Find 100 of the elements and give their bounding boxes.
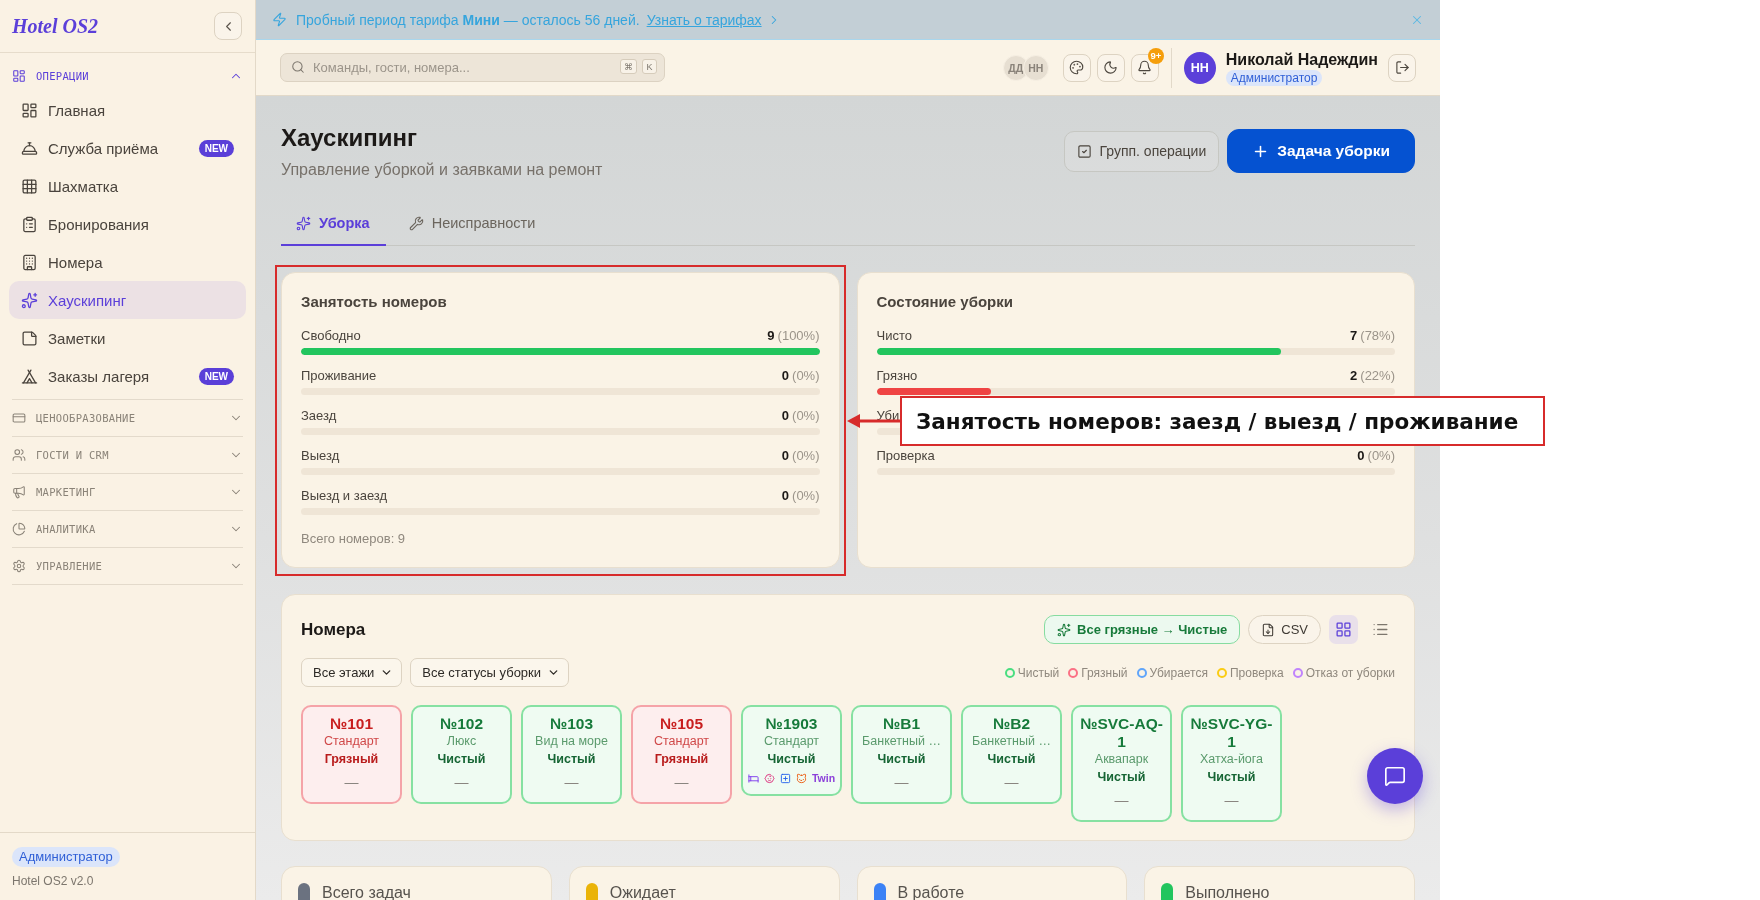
stat-count: 7 — [1350, 328, 1358, 344]
dashboard-icon — [12, 69, 26, 83]
cleaning-status: Чистый — [987, 751, 1036, 768]
app-logo: Hotel OS2 — [12, 14, 99, 38]
room-note: — — [454, 773, 469, 792]
plus-square-icon — [779, 772, 791, 784]
room-number: №B1 — [882, 715, 921, 733]
cleaning-status: Чистый — [877, 751, 926, 768]
room-note: — — [674, 773, 689, 792]
tab[interactable]: Неисправности — [393, 202, 552, 246]
room-number: №SVC-AQ-1 — [1079, 715, 1164, 751]
stat-percent: (0%) — [1367, 448, 1395, 464]
cleaning-status: Грязный — [324, 751, 379, 768]
logout-icon — [1394, 60, 1410, 75]
nav-item[interactable]: Заметки — [9, 319, 246, 357]
grid-view-button[interactable] — [1329, 615, 1358, 644]
room-note: — — [344, 773, 359, 792]
new-badge: NEW — [198, 367, 234, 385]
stat-percent: (78%) — [1360, 328, 1395, 344]
search-icon — [291, 60, 305, 74]
bed-icon — [747, 772, 759, 784]
room-tile[interactable]: №SVC-YG-1 Хатха-йога Чистый — — [1181, 705, 1282, 822]
nav-item[interactable]: Номера — [9, 243, 246, 281]
bell-icon — [1137, 60, 1153, 75]
room-tile[interactable]: №B2 Банкетный … Чистый — — [961, 705, 1062, 804]
bed-type-label: Twin — [811, 772, 836, 784]
section-header[interactable]: ГОСТИ И CRM — [0, 437, 255, 473]
note-icon — [21, 329, 38, 347]
stat-count: 0 — [781, 488, 790, 504]
stat-count: 9 — [767, 328, 775, 344]
people-icon — [12, 448, 26, 462]
total-rooms-text: Всего номеров: 9 — [301, 531, 407, 547]
logout-button[interactable] — [1388, 53, 1416, 82]
room-note: — — [564, 773, 579, 792]
new-badge: NEW — [198, 139, 234, 157]
room-type: Стандарт — [653, 733, 710, 750]
room-tile[interactable]: №B1 Банкетный … Чистый — — [851, 705, 952, 804]
nav-item[interactable]: Хаускипинг — [9, 281, 246, 319]
stat-label: Свободно — [301, 328, 361, 344]
banner-text: Пробный период тарифа Мини — осталось 56 дней. — [296, 11, 640, 28]
room-type: Аквапарк — [1094, 751, 1149, 768]
mark-all-clean-button[interactable]: Все грязные → Чистые — [1044, 615, 1241, 644]
tent-icon — [21, 367, 38, 385]
nav-item[interactable]: Бронирования — [9, 205, 246, 243]
stat-label: Проверка — [876, 448, 935, 464]
room-type: Банкетный … — [972, 733, 1051, 750]
checkbox-icon — [1076, 143, 1092, 159]
filter-select[interactable]: Все этажи — [301, 658, 403, 687]
stat-percent: (0%) — [792, 408, 820, 424]
nav-item[interactable]: Главная — [9, 91, 246, 129]
nav-item[interactable]: Шахматка — [9, 167, 246, 205]
sparkle-icon — [1057, 622, 1072, 637]
section-header[interactable]: МАРКЕТИНГ — [0, 474, 255, 510]
stat-label: Чисто — [876, 328, 912, 344]
stat-percent: (0%) — [792, 368, 820, 384]
card-icon — [12, 411, 26, 425]
room-number: №1903 — [765, 715, 818, 733]
stat-percent: (100%) — [777, 328, 820, 344]
room-type: Люкс — [446, 733, 477, 750]
room-tile[interactable]: №103 Вид на море Чистый — — [521, 705, 622, 804]
stat-count: 2 — [1350, 368, 1358, 384]
bulk-actions-button[interactable]: Групп. операции — [1063, 130, 1220, 172]
nav-item[interactable]: Служба приёма NEW — [9, 129, 246, 167]
tab[interactable]: Уборка — [281, 202, 386, 246]
room-tile[interactable]: №1903 Стандарт Чистый Twin — [741, 705, 842, 796]
notifications-button[interactable] — [1130, 53, 1159, 82]
dark-mode-button[interactable] — [1096, 53, 1125, 82]
building-icon — [21, 253, 38, 271]
section-header[interactable]: АНАЛИТИКА — [0, 511, 255, 547]
theme-button[interactable] — [1062, 53, 1091, 82]
section-header[interactable]: ОПЕРАЦИИ — [0, 61, 255, 91]
section-header[interactable]: ЦЕНООБРАЗОВАНИЕ — [0, 400, 255, 436]
room-type: Банкетный … — [862, 733, 941, 750]
cleaning-status: Чистый — [437, 751, 486, 768]
service-bell-icon — [21, 139, 38, 157]
card-title: Состояние уборки — [876, 292, 1014, 312]
stat-count: 0 — [781, 408, 790, 424]
section-header[interactable]: УПРАВЛЕНИЕ — [0, 548, 255, 584]
room-type: Вид на море — [535, 733, 608, 750]
nav-item[interactable]: Заказы лагеря NEW — [9, 357, 246, 395]
lightning-icon — [272, 12, 287, 27]
baby-icon — [763, 772, 775, 784]
cleaning-status: Чистый — [547, 751, 596, 768]
clipboard-icon — [21, 215, 38, 233]
shortcut-key: K — [642, 59, 657, 74]
chat-icon — [1384, 765, 1406, 787]
room-tile[interactable]: №101 Стандарт Грязный — — [301, 705, 402, 804]
filter-select[interactable]: Все статусы уборки — [410, 658, 570, 687]
room-note: — — [1004, 773, 1019, 792]
csv-export-button[interactable]: CSV — [1248, 615, 1321, 644]
new-task-button[interactable]: Задача уборки — [1227, 129, 1415, 173]
moon-icon — [1103, 60, 1119, 75]
room-number: №101 — [329, 715, 374, 733]
room-tile[interactable]: №SVC-AQ-1 Аквапарк Чистый — — [1071, 705, 1172, 822]
room-number: №SVC-YG-1 — [1189, 715, 1274, 751]
room-tile[interactable]: №102 Люкс Чистый — — [411, 705, 512, 804]
dashboard-icon — [21, 101, 38, 119]
stat-count: 0 — [781, 368, 790, 384]
cleaning-status: Грязный — [654, 751, 709, 768]
room-tile[interactable]: №105 Стандарт Грязный — — [631, 705, 732, 804]
